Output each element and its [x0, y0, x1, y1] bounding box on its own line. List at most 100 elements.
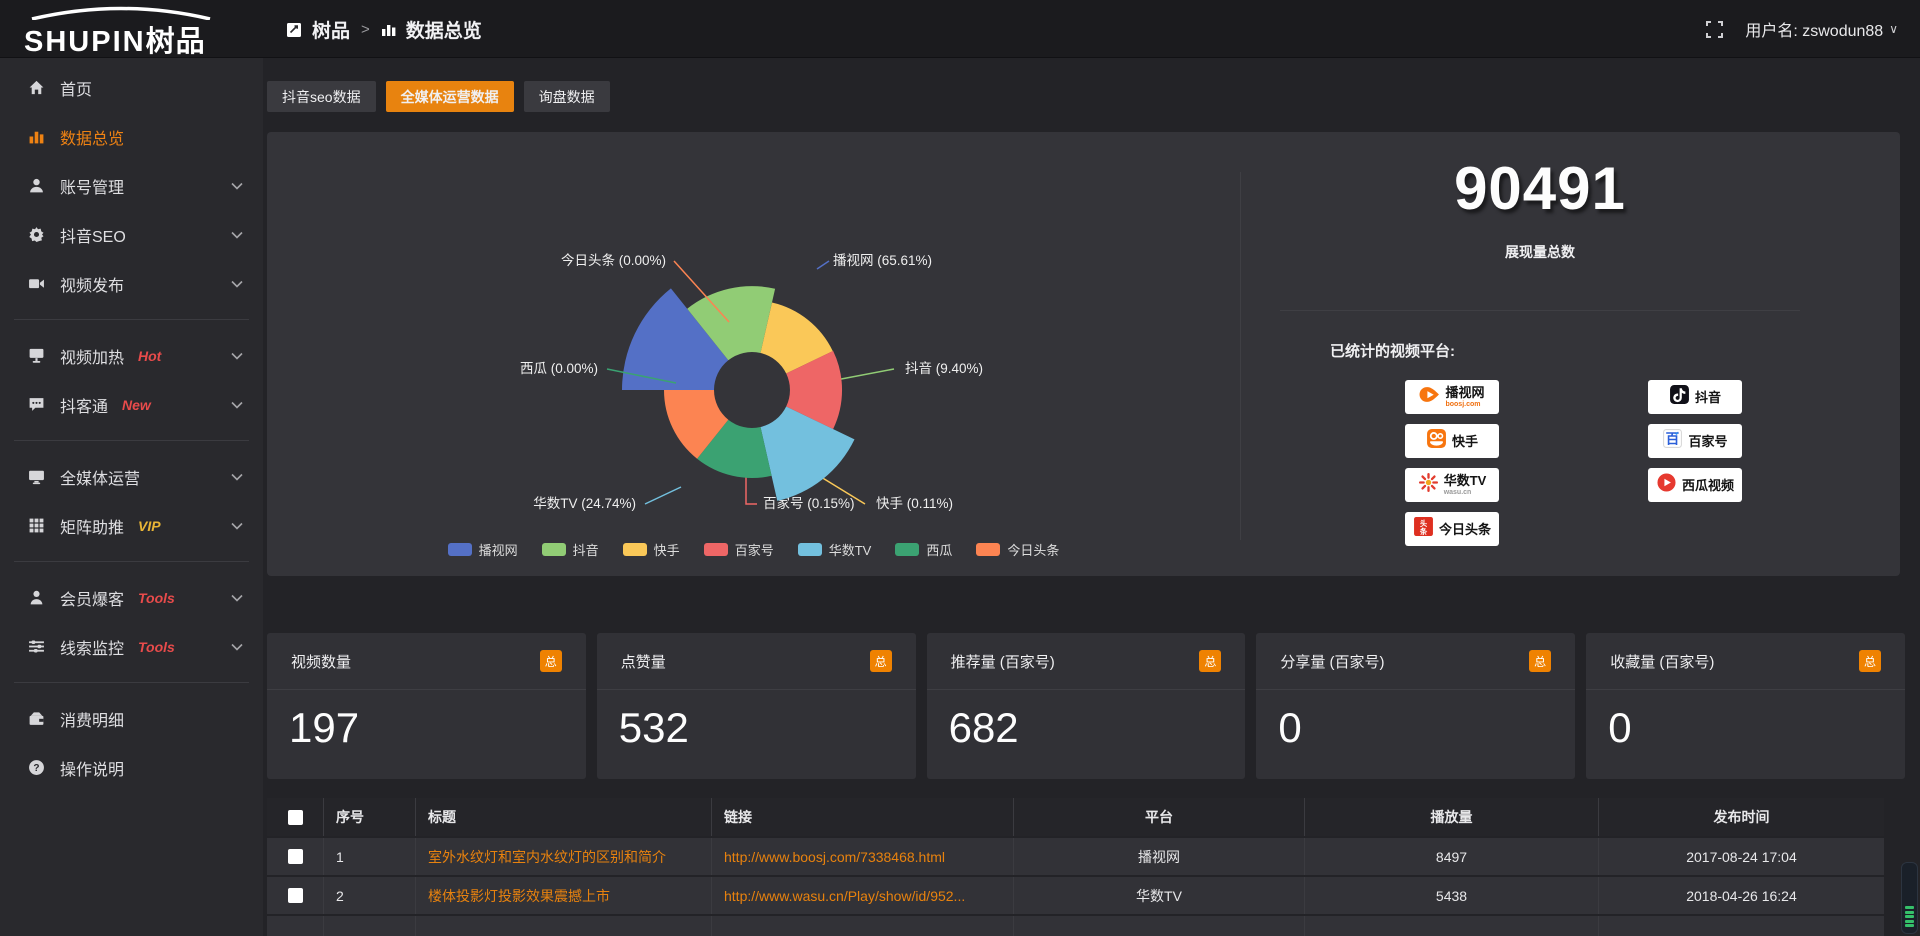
- floating-side-widget[interactable]: [1901, 862, 1918, 934]
- sidebar-item-label: 数据总览: [60, 125, 124, 149]
- user-menu[interactable]: 用户名: zswodun88 ∨: [1745, 17, 1898, 41]
- cell-title[interactable]: 楼体投影灯投影效果震撼上市: [416, 877, 712, 914]
- breadcrumb-root[interactable]: 树品: [312, 16, 350, 43]
- breadcrumb-current: 数据总览: [406, 16, 482, 43]
- cell-index: 2: [324, 877, 416, 914]
- xigua-logo-icon: [1656, 472, 1677, 498]
- sidebar-divider: [14, 440, 249, 441]
- platform-badge-西瓜视频[interactable]: 西瓜视频: [1648, 468, 1742, 502]
- top-header-bar: SHUPIN树品 树品 > 数据总览 用户名: zswodun88 ∨: [0, 0, 1920, 58]
- pie-legend: 播视网 抖音 快手 百家号 华数TV 西瓜 今日头条: [267, 540, 1240, 559]
- select-all-checkbox[interactable]: [288, 810, 303, 825]
- fullscreen-icon[interactable]: [1706, 21, 1723, 38]
- sidebar-item-矩阵助推[interactable]: 矩阵助推VIP: [0, 501, 263, 550]
- platform-sub: wasu.cn: [1444, 489, 1487, 496]
- sidebar-item-数据总览[interactable]: 数据总览: [0, 112, 263, 161]
- sidebar-item-全媒体运营[interactable]: 全媒体运营: [0, 452, 263, 501]
- sidebar-item-首页[interactable]: 首页: [0, 63, 263, 112]
- legend-item-今日头条[interactable]: 今日头条: [976, 540, 1059, 559]
- cell-published: 2017-08-24 17:04: [1599, 838, 1884, 875]
- sidebar-item-视频发布[interactable]: 视频发布: [0, 259, 263, 308]
- stat-card-收藏量 (百家号): 收藏量 (百家号)总0: [1586, 633, 1905, 779]
- legend-item-快手[interactable]: 快手: [623, 540, 680, 559]
- sidebar-item-会员爆客[interactable]: 会员爆客Tools: [0, 573, 263, 622]
- sidebar-item-操作说明[interactable]: ?操作说明: [0, 743, 263, 792]
- platform-badge-快手[interactable]: 快手: [1405, 424, 1499, 458]
- platform-name: 今日头条: [1439, 523, 1491, 536]
- pie-label-西瓜: 西瓜 (0.00%): [520, 361, 598, 376]
- tab-询盘数据[interactable]: 询盘数据: [524, 81, 610, 112]
- platform-share-pie-chart[interactable]: 播视网 (65.61%)抖音 (9.40%)快手 (0.11%)百家号 (0.1…: [267, 132, 1240, 576]
- stat-card-total-badge[interactable]: 总: [540, 650, 562, 672]
- cell-title[interactable]: 室外水纹灯和室内水纹灯的区别和简介: [416, 838, 712, 875]
- platform-badge-百家号[interactable]: 百百家号: [1648, 424, 1742, 458]
- data-tabs: 抖音seo数据全媒体运营数据询盘数据: [267, 81, 610, 112]
- legend-item-华数TV[interactable]: 华数TV: [798, 540, 872, 559]
- sidebar-item-视频加热[interactable]: 视频加热Hot: [0, 331, 263, 380]
- sidebar-item-label: 操作说明: [60, 756, 124, 780]
- row-checkbox[interactable]: [288, 849, 303, 864]
- sidebar-item-label: 首页: [60, 76, 92, 100]
- bar-chart-icon: [381, 22, 397, 37]
- header-right-group: 用户名: zswodun88 ∨: [1706, 0, 1898, 58]
- app-logo[interactable]: SHUPIN树品: [20, 4, 240, 54]
- stat-card-header: 推荐量 (百家号)总: [927, 633, 1246, 690]
- sidebar-item-label: 视频加热: [60, 344, 124, 368]
- sidebar-item-label: 全媒体运营: [60, 465, 140, 489]
- legend-item-播视网[interactable]: 播视网: [448, 540, 518, 559]
- stat-card-label: 点赞量: [621, 651, 666, 672]
- stat-card-header: 视频数量总: [267, 633, 586, 690]
- wallet-icon: [27, 710, 45, 728]
- cell-link[interactable]: http://www.wasu.cn/Play/show/id/952...: [712, 877, 1014, 914]
- pie-slice-华数TV[interactable]: [761, 407, 855, 501]
- stat-card-推荐量 (百家号): 推荐量 (百家号)总682: [927, 633, 1246, 779]
- platform-badge-今日头条[interactable]: 头条今日头条: [1405, 512, 1499, 546]
- legend-item-百家号[interactable]: 百家号: [704, 540, 774, 559]
- platform-name: 播视网: [1445, 386, 1484, 399]
- stat-card-total-badge[interactable]: 总: [1199, 650, 1221, 672]
- legend-swatch: [623, 543, 647, 556]
- person-icon: [27, 589, 45, 607]
- sidebar-item-抖客通[interactable]: 抖客通New: [0, 380, 263, 429]
- platform-sub: boosj.com: [1445, 401, 1484, 408]
- cell-link[interactable]: http://www.boosj.com/7338468.html: [712, 838, 1014, 875]
- row-checkbox[interactable]: [288, 888, 303, 903]
- sidebar-item-线索监控[interactable]: 线索监控Tools: [0, 622, 263, 671]
- platform-badge-text: 华数TVwasu.cn: [1444, 474, 1487, 496]
- stat-card-label: 收藏量 (百家号): [1610, 651, 1714, 672]
- platform-name: 百家号: [1688, 435, 1727, 448]
- pie-label-line: [836, 369, 894, 380]
- sidebar-item-账号管理[interactable]: 账号管理: [0, 161, 263, 210]
- table-header-发布时间: 发布时间: [1599, 798, 1884, 836]
- stat-card-total-badge[interactable]: 总: [1859, 650, 1881, 672]
- sidebar-item-抖音SEO[interactable]: 抖音SEO: [0, 210, 263, 259]
- platform-name: 西瓜视频: [1682, 479, 1734, 492]
- tab-全媒体运营数据[interactable]: 全媒体运营数据: [386, 81, 514, 112]
- sidebar-item-label: 会员爆客: [60, 586, 124, 610]
- legend-item-西瓜[interactable]: 西瓜: [895, 540, 952, 559]
- platform-badges-right-column: 抖音百百家号西瓜视频: [1648, 380, 1742, 502]
- platform-badge-华数TV[interactable]: 华数TVwasu.cn: [1405, 468, 1499, 502]
- legend-swatch: [976, 543, 1000, 556]
- sidebar-item-badge: Tools: [138, 639, 175, 655]
- gear-icon: [27, 226, 45, 244]
- table-row[interactable]: 1室外水纹灯和室内水纹灯的区别和简介http://www.boosj.com/7…: [267, 838, 1884, 875]
- stat-card-total-badge[interactable]: 总: [870, 650, 892, 672]
- stat-card-value: 532: [597, 690, 916, 752]
- empty-cell: [1599, 916, 1884, 936]
- platform-badge-text: 快手: [1452, 435, 1478, 448]
- platform-badge-播视网[interactable]: 播视网 boosj.com: [1405, 380, 1499, 414]
- widget-green-bars: [1905, 906, 1914, 927]
- tab-抖音seo数据[interactable]: 抖音seo数据: [267, 81, 376, 112]
- sidebar-item-消费明细[interactable]: 消费明细: [0, 694, 263, 743]
- legend-item-抖音[interactable]: 抖音: [542, 540, 599, 559]
- table-row[interactable]: 2楼体投影灯投影效果震撼上市http://www.wasu.cn/Play/sh…: [267, 877, 1884, 914]
- chevron-down-icon: [231, 396, 243, 414]
- legend-swatch: [542, 543, 566, 556]
- legend-label: 百家号: [735, 540, 774, 559]
- chevron-down-icon: [231, 275, 243, 293]
- platform-badge-抖音[interactable]: 抖音: [1648, 380, 1742, 414]
- stat-card-total-badge[interactable]: 总: [1529, 650, 1551, 672]
- sidebar-item-label: 视频发布: [60, 272, 124, 296]
- pie-label-播视网: 播视网 (65.61%): [833, 253, 932, 268]
